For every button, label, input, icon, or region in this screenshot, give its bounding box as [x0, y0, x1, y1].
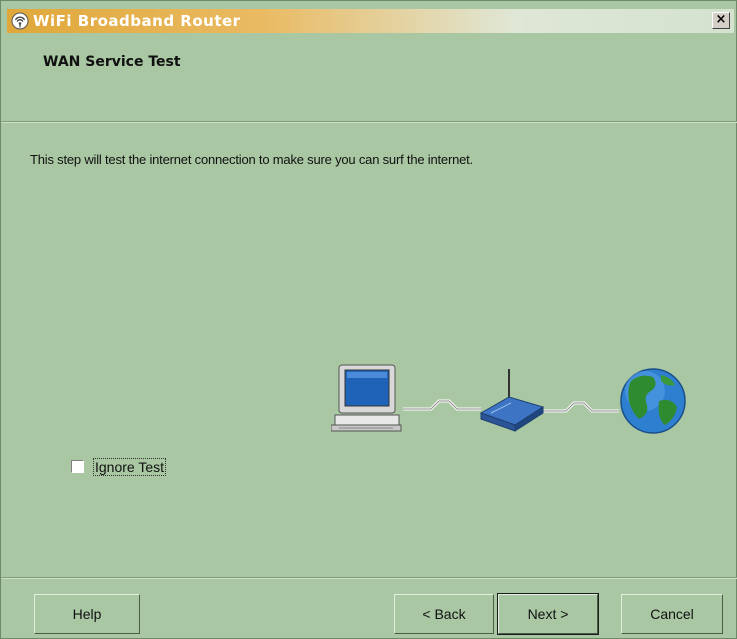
page-title: WAN Service Test — [43, 54, 181, 70]
close-button[interactable]: × — [712, 12, 730, 29]
description-text: This step will test the internet connect… — [30, 152, 473, 167]
window-title: WiFi Broadband Router — [33, 12, 241, 30]
header-panel — [7, 33, 734, 121]
header-divider — [1, 121, 737, 123]
ignore-test-checkbox[interactable] — [71, 460, 84, 473]
cancel-button[interactable]: Cancel — [621, 594, 723, 634]
globe-icon — [620, 368, 686, 434]
network-diagram — [330, 361, 691, 441]
title-bar[interactable]: WiFi Broadband Router × — [7, 9, 734, 33]
help-button[interactable]: Help — [34, 594, 140, 634]
wifi-icon — [11, 12, 29, 30]
computer-icon — [330, 364, 402, 432]
wizard-window: WiFi Broadband Router × WAN Service Test… — [0, 0, 737, 639]
cable-right — [541, 401, 619, 413]
back-button[interactable]: < Back — [394, 594, 494, 634]
cable-left — [403, 399, 481, 411]
next-button[interactable]: Next > — [497, 593, 599, 635]
ignore-test-label[interactable]: Ignore Test — [93, 458, 167, 476]
router-icon — [479, 369, 545, 432]
footer-divider — [1, 577, 737, 579]
